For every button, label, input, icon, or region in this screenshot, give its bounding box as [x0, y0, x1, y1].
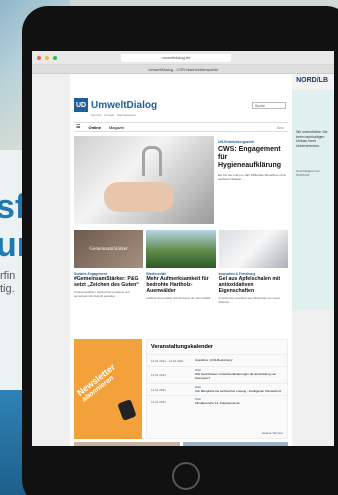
- event-calendar: Veranstaltungskalender 13.01.2021 - 14.0…: [146, 339, 288, 439]
- main-page: UD UmweltDialog Mensch · Umwelt · Nachha…: [70, 74, 292, 446]
- event-row[interactable]: 14.01.2021 Web Von Biosphäre bis technisc…: [147, 382, 287, 396]
- newsletter-text: Newsletter abonnieren: [75, 362, 122, 404]
- card-text: Zusammenhalten, füreinander einstehen un…: [74, 289, 130, 298]
- event-date: 14.01.2021: [151, 400, 167, 405]
- card-text: Hartholz-Auenwälder sind Hotspots der Ar…: [146, 295, 214, 300]
- hero-article[interactable]: UN-Entwicklungsziele CWS: Engagement für…: [218, 140, 288, 181]
- bottom-image[interactable]: [74, 442, 180, 446]
- hero-teaser: Ein bis vier mal pro Jahr Milliarden Men…: [218, 173, 287, 182]
- card-image: [146, 230, 216, 268]
- background-text-line2: tig.: [0, 283, 15, 295]
- page-content: NORD/LB Wir unterstützen Sie beim nachha…: [32, 74, 334, 446]
- event-calendar-title: Veranstaltungskalender: [151, 344, 214, 350]
- logo-tagline: Mensch · Umwelt · Nachhaltigkeit: [91, 113, 136, 117]
- megaphone-icon: [117, 399, 137, 421]
- event-name[interactable]: Wie beeinflussen Umweltveränderungen die…: [195, 372, 276, 380]
- home-button[interactable]: [172, 462, 200, 490]
- nordlb-logo: NORD/LB: [296, 77, 328, 84]
- side-ad[interactable]: Wir unterstützen Sie beim nachhaltigen U…: [292, 90, 334, 310]
- bottom-image[interactable]: [182, 442, 288, 446]
- event-date: 13.01.2021: [151, 372, 167, 377]
- article-card[interactable]: Biodiversität Mehr Aufmerksamkeit für be…: [146, 230, 216, 304]
- event-row[interactable]: 14.01.2021 Web Klimakonzerte 14 „Küppelem…: [147, 395, 287, 408]
- nav-item-online[interactable]: Online: [88, 125, 100, 130]
- background-text-line1: rfin: [0, 270, 16, 282]
- article-card[interactable]: GemeinsamStärker Soziales Engagement #Ge…: [74, 230, 144, 304]
- menu-icon[interactable]: ☰: [76, 124, 80, 130]
- browser-toolbar: umweltdialog.de: [32, 51, 334, 65]
- card-image: GemeinsamStärker: [74, 230, 144, 268]
- newsletter-banner[interactable]: Newsletter abonnieren: [74, 339, 142, 439]
- tablet-device: umweltdialog.de UmweltDialog - CSR-Nachr…: [22, 6, 338, 495]
- site-logo[interactable]: UD UmweltDialog: [74, 98, 157, 112]
- hands-graphic: [104, 182, 174, 212]
- article-cards: GemeinsamStärker Soziales Engagement #Ge…: [74, 230, 288, 304]
- event-date: 13.01.2021 - 14.01.2021: [151, 358, 184, 363]
- address-bar[interactable]: umweltdialog.de: [121, 53, 231, 62]
- event-row[interactable]: 13.01.2021 Web Wie beeinflussen Umweltver…: [147, 366, 287, 383]
- browser-tab[interactable]: UmweltDialog - CSR-Nachrichtenportal: [32, 65, 334, 74]
- search-input[interactable]: Suche: [252, 102, 286, 109]
- logo-name: UmweltDialog: [91, 99, 158, 111]
- minimize-window-icon[interactable]: [45, 55, 49, 60]
- event-name[interactable]: Klimakonzerte 14 „Küppelemente“: [195, 401, 240, 405]
- card-title[interactable]: Mehr Aufmerksamkeit für bedrohte Harthol…: [146, 276, 215, 295]
- nav-item-abo[interactable]: Abo: [277, 125, 284, 130]
- more-events-link[interactable]: weitere Termine: [262, 431, 283, 435]
- hero-image[interactable]: [74, 136, 214, 224]
- faucet-graphic: [142, 146, 162, 176]
- main-nav: ☰ Online Magazin Abo: [74, 122, 288, 132]
- hero-title[interactable]: CWS: Engagement für Hygieneaufklärung: [218, 146, 288, 170]
- close-window-icon[interactable]: [37, 55, 41, 60]
- event-row[interactable]: 13.01.2021 - 14.01.2021 Grandbox „CO2-Be…: [147, 354, 287, 366]
- side-ad-link[interactable]: Nachhaltigkeit bei NORD/LB: [296, 169, 332, 178]
- article-card[interactable]: Innovation & Forschung Gel aus Apfelscha…: [218, 230, 288, 304]
- maximize-window-icon[interactable]: [53, 55, 57, 60]
- card-image: [218, 230, 288, 268]
- nav-item-magazin[interactable]: Magazin: [109, 125, 124, 130]
- side-ad-text: Wir unterstützen Sie beim nachhaltigen U…: [296, 130, 328, 148]
- card-text: Forschende entwickeln aus Obstresten ein…: [218, 295, 280, 304]
- event-date: 14.01.2021: [151, 387, 167, 392]
- event-name[interactable]: Grandbox „CO2-Beprobung“: [195, 358, 233, 362]
- event-name[interactable]: Von Biosphäre bis technischer Lösung - I…: [195, 389, 281, 393]
- hero-kicker: UN-Entwicklungsziele: [218, 140, 255, 144]
- card-title[interactable]: Gel aus Apfelschalen mit antioxidativen …: [219, 276, 288, 295]
- tablet-screen: umweltdialog.de UmweltDialog - CSR-Nachr…: [32, 51, 334, 446]
- logo-mark: UD: [74, 98, 88, 112]
- bottom-article-strip: [74, 442, 288, 446]
- card-title[interactable]: #GemeinsamStärker: P&G setzt „Zeichen de…: [74, 276, 143, 289]
